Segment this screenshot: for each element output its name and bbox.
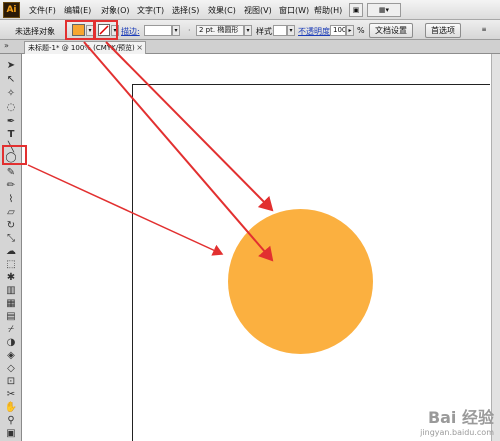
selection-tool-icon[interactable]: ➤ [3,59,19,72]
pencil-icon[interactable]: ✏ [3,179,19,192]
menu-edit[interactable]: 编辑(E) [64,5,91,16]
app-logo: Ai [3,2,20,18]
brush-dropdown-icon[interactable]: ▾ [244,25,252,36]
stroke-label[interactable]: 描边: [121,26,140,37]
live-paint-icon[interactable]: ◈ [3,349,19,362]
watermark: Bai 经验 jingyan.baidu.com [420,404,494,437]
hand-tool-icon[interactable]: ✋ [3,401,19,414]
panel-collapse-icon[interactable]: » [4,41,9,50]
watermark-brand: Bai 经验 [427,408,494,427]
stroke-weight-dropdown-icon[interactable]: ▾ [172,25,180,36]
slice-tool-icon[interactable]: ✂ [3,388,19,401]
menu-select[interactable]: 选择(S) [172,5,199,16]
free-transform-icon[interactable]: ⬚ [3,258,19,271]
symbol-sprayer-icon[interactable]: ✱ [3,271,19,284]
menu-effect[interactable]: 效果(C) [208,5,236,16]
fill-highlight-box [65,20,95,40]
eyedropper-icon[interactable]: ⌿ [3,323,19,336]
type-tool-icon[interactable]: T [3,128,19,141]
vertical-scrollbar[interactable] [491,54,500,441]
menu-object[interactable]: 对象(O) [101,5,130,16]
crop-area-icon[interactable]: ⊡ [3,375,19,388]
style-dropdown-icon[interactable]: ▾ [287,25,295,36]
menu-window[interactable]: 窗口(W) [279,5,309,16]
menu-bar: Ai 文件(F) 编辑(E) 对象(O) 文字(T) 选择(S) 效果(C) 视… [0,0,500,20]
opacity-unit: % [357,26,365,35]
paintbrush-icon[interactable]: ✎ [3,166,19,179]
column-graph-icon[interactable]: ▥ [3,284,19,297]
illustrator-window: Ai 文件(F) 编辑(E) 对象(O) 文字(T) 选择(S) 效果(C) 视… [0,0,500,441]
document-tab[interactable]: 未标题-1* @ 100% (CMYK/预览) × [24,41,146,54]
menu-view[interactable]: 视图(V) [244,5,272,16]
lasso-tool-icon[interactable]: ◌ [3,101,19,114]
zoom-tool-icon[interactable]: ⚲ [3,414,19,427]
style-label: 样式: [256,27,275,36]
orange-circle-shape[interactable] [228,209,373,354]
opacity-dropdown-icon[interactable]: ▸ [346,25,354,36]
arrange-documents-button[interactable]: ▦▾ [367,3,401,17]
eraser-icon[interactable]: ▱ [3,206,19,219]
close-icon[interactable]: × [136,42,143,54]
document-tab-title: 未标题-1* @ 100% (CMYK/预览) [28,44,135,52]
menu-help[interactable]: 帮助(H) [314,5,342,16]
blob-brush-icon[interactable]: ⌇ [3,193,19,206]
fill-stroke-icon[interactable]: ▣ [3,427,19,440]
document-tab-bar: » 未标题-1* @ 100% (CMYK/预览) × [0,40,500,54]
stroke-weight-field[interactable] [144,25,172,36]
direct-selection-tool-icon[interactable]: ↖ [3,73,19,86]
blend-tool-icon[interactable]: ◑ [3,336,19,349]
stroke-highlight-box [94,20,118,40]
menu-type[interactable]: 文字(T) [137,5,164,16]
warp-tool-icon[interactable]: ☁ [3,245,19,258]
scale-tool-icon[interactable]: ⤡ [3,232,19,245]
bridge-icon[interactable]: ▣ [349,3,363,17]
magic-wand-icon[interactable]: ✧ [3,87,19,100]
live-paint-selection-icon[interactable]: ◇ [3,362,19,375]
control-panel-menu-icon[interactable]: ≡ [480,25,488,36]
mesh-tool-icon[interactable]: ▦ [3,297,19,310]
gradient-tool-icon[interactable]: ▤ [3,310,19,323]
opacity-field[interactable]: 100 [330,25,346,36]
style-swatch[interactable] [273,25,287,36]
pen-tool-icon[interactable]: ✒ [3,115,19,128]
selection-status: 未选择对象 [15,27,55,36]
menu-file[interactable]: 文件(F) [29,5,56,16]
ellipse-tool-highlight-box [2,145,27,165]
dash-separator: · [188,26,191,35]
preferences-button[interactable]: 首选项 [425,23,461,38]
document-setup-button[interactable]: 文档设置 [369,23,413,38]
brush-definition[interactable]: 2 pt. 椭圆形 [196,25,244,36]
rotate-tool-icon[interactable]: ↻ [3,219,19,232]
watermark-url: jingyan.baidu.com [420,428,494,437]
opacity-label[interactable]: 不透明度: [298,26,333,37]
tools-panel: ➤ ↖ ✧ ◌ ✒ T ╲ ◯ ✎ ✏ ⌇ ▱ ↻ ⤡ ☁ ⬚ ✱ ▥ ▦ ▤ … [0,54,22,441]
